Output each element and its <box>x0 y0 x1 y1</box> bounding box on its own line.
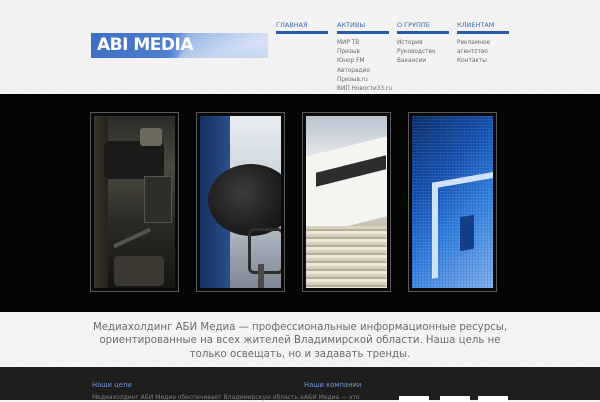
nav-link-prizyv-ru[interactable]: Призыв.ru <box>337 76 389 85</box>
nav-link-vip-news[interactable]: ВИП Новости33.ru <box>337 85 392 94</box>
nav-about: О ГРУППЕ История Руководство Вакансии <box>397 20 449 67</box>
nav-about-list: История Руководство Вакансии <box>397 39 449 67</box>
nav-clients-bar <box>457 31 509 34</box>
nav-main[interactable]: ГЛАВНАЯ <box>276 20 328 34</box>
nav-main-bar <box>276 31 328 34</box>
screen-photo <box>412 116 493 288</box>
nav-main-label[interactable]: ГЛАВНАЯ <box>276 20 328 30</box>
nav-clients: КЛИЕНТАМ Рекламное агентство Контакты <box>457 20 509 67</box>
tile-newspaper[interactable] <box>302 112 391 292</box>
tile-microphone[interactable] <box>196 112 285 292</box>
nav-link-history[interactable]: История <box>397 39 449 48</box>
nav-link-management[interactable]: Руководство <box>397 48 449 57</box>
footer-badge-1[interactable] <box>399 396 429 402</box>
nav-about-label[interactable]: О ГРУППЕ <box>397 20 449 30</box>
footer-companies-title: Наши компании <box>304 381 362 389</box>
microphone-photo <box>200 116 281 288</box>
nav-assets-bar <box>337 31 389 34</box>
footer-badge-3[interactable] <box>478 396 508 402</box>
footer-goals-title: Наши цели <box>92 381 132 389</box>
site-footer: Наши цели Медиахолдинг АБИ Медиа обеспеч… <box>0 367 600 402</box>
nav-link-vacancies[interactable]: Вакансии <box>397 57 449 66</box>
nav-assets: АКТИВЫ МИР ТВ Призыв Юнор FM Авторадио П… <box>337 20 392 94</box>
nav-link-ad-agency-1[interactable]: Рекламное <box>457 39 509 48</box>
tagline-section: Медиахолдинг АБИ Медиа — профессиональны… <box>0 312 600 367</box>
newspaper-photo <box>306 116 387 288</box>
tile-camera[interactable] <box>90 112 179 292</box>
abi-media-logo[interactable]: ABI MEDIA <box>91 33 268 58</box>
tagline-text: Медиахолдинг АБИ Медиа — профессиональны… <box>92 322 508 360</box>
camera-photo <box>94 116 175 288</box>
nav-link-prizyv[interactable]: Призыв <box>337 48 389 57</box>
nav-clients-label[interactable]: КЛИЕНТАМ <box>457 20 509 30</box>
footer-badge-2[interactable] <box>440 396 470 402</box>
nav-clients-list: Рекламное агентство Контакты <box>457 39 509 67</box>
nav-assets-list: МИР ТВ Призыв Юнор FM Авторадио Призыв.r… <box>337 39 392 94</box>
nav-assets-label[interactable]: АКТИВЫ <box>337 20 389 30</box>
logo-text: ABI MEDIA <box>97 35 193 55</box>
nav-about-bar <box>397 31 449 34</box>
nav-link-ad-agency-2[interactable]: агентство <box>457 48 509 57</box>
showcase-band <box>0 94 600 312</box>
nav-link-mir-tv[interactable]: МИР ТВ <box>337 39 389 48</box>
tile-screen[interactable] <box>408 112 497 292</box>
nav-link-contacts[interactable]: Контакты <box>457 57 509 66</box>
site-header: ABI MEDIA ГЛАВНАЯ АКТИВЫ МИР ТВ Призыв Ю… <box>0 0 600 94</box>
nav-link-avtoradio[interactable]: Авторадио <box>337 67 389 76</box>
nav-link-yunor-fm[interactable]: Юнор FM <box>337 57 389 66</box>
